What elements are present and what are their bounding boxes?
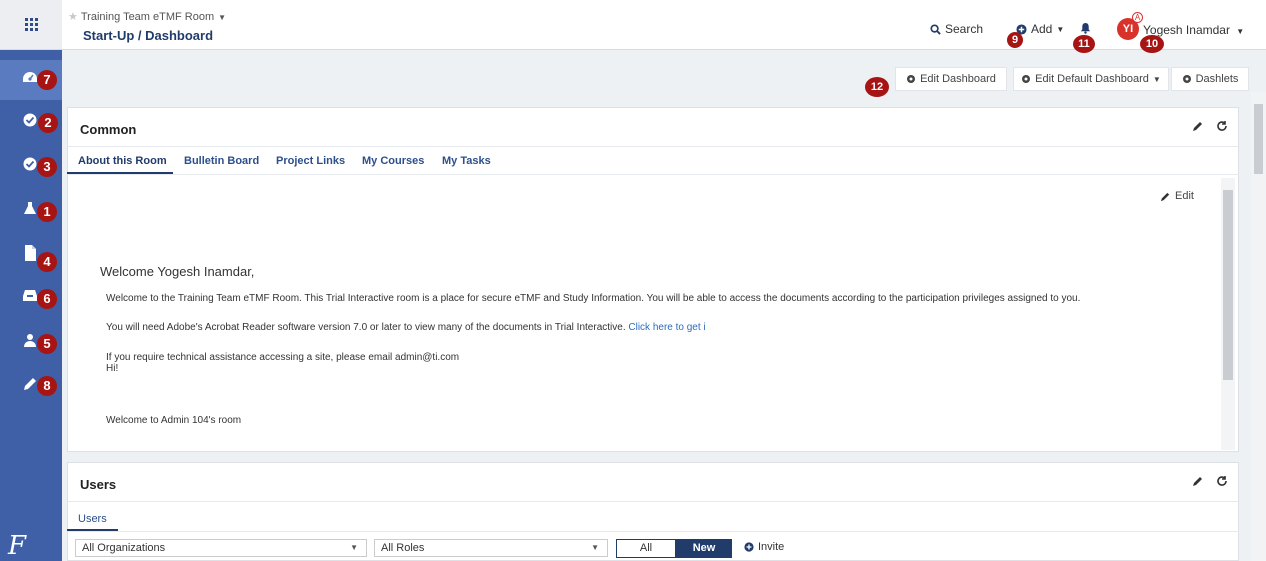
acrobat-paragraph: You will need Adobe's Acrobat Reader sof… [106, 322, 706, 333]
chevron-down-icon: ▼ [591, 543, 599, 552]
welcome-heading: Welcome Yogesh Inamdar, [100, 264, 255, 279]
edit-default-dashboard-button[interactable]: Edit Default Dashboard ▼ [1013, 67, 1169, 91]
users-icon [24, 334, 36, 347]
page-scrollbar[interactable] [1251, 92, 1266, 561]
invite-button[interactable]: Invite [744, 541, 784, 553]
callout-marker: 1 [37, 202, 57, 222]
organization-select-value: All Organizations [82, 542, 166, 554]
edit-default-dashboard-label: Edit Default Dashboard [1035, 73, 1149, 85]
gear-icon [1022, 75, 1031, 83]
dashlets-label: Dashlets [1195, 73, 1239, 85]
divider [67, 174, 1239, 175]
callout-marker: 2 [38, 113, 58, 133]
callout-marker: 12 [865, 77, 889, 97]
brand-logo: F [8, 531, 27, 561]
divider [68, 501, 1238, 502]
dashboard-icon [23, 72, 37, 82]
room-selector[interactable]: ★ Training Team eTMF Room ▼ [68, 10, 226, 23]
callout-marker: 5 [37, 334, 57, 354]
refresh-icon[interactable] [1216, 120, 1228, 132]
callout-marker: 10 [1140, 35, 1164, 53]
invite-label: Invite [758, 541, 785, 553]
bell-icon [1080, 22, 1091, 34]
search-icon [930, 23, 941, 35]
filter-all-button[interactable]: All [616, 539, 676, 558]
globe-check-icon [23, 113, 37, 127]
document-icon [25, 245, 36, 261]
support-paragraph: If you require technical assistance acce… [106, 352, 460, 363]
search-label: Search [945, 22, 984, 36]
role-select[interactable]: All Roles ▼ [374, 539, 608, 557]
pencil-icon [1160, 192, 1170, 201]
callout-marker: 3 [37, 157, 57, 177]
tab-my-courses[interactable]: My Courses [362, 155, 424, 167]
edit-dashboard-label: Edit Dashboard [920, 73, 996, 85]
tab-users[interactable]: Users [78, 513, 107, 525]
flask-icon [24, 202, 36, 214]
refresh-icon[interactable] [1216, 475, 1228, 487]
dashlets-button[interactable]: Dashlets [1171, 67, 1249, 91]
plus-circle-icon [744, 542, 754, 552]
scrollbar-thumb[interactable] [1223, 190, 1233, 380]
chevron-down-icon: ▼ [350, 543, 358, 552]
gear-icon [907, 75, 916, 83]
panel-tools [1192, 475, 1228, 487]
chevron-down-icon: ▼ [218, 13, 227, 22]
gear-icon [1182, 75, 1191, 83]
add-button[interactable]: Add ▼ [1016, 22, 1064, 36]
panel-title: Common [80, 122, 137, 137]
admin-welcome-text: Welcome to Admin 104's room [106, 415, 242, 426]
user-menu[interactable]: Yogesh Inamdar ▼ [1143, 23, 1244, 37]
app-launcher-button[interactable] [0, 0, 62, 50]
edit-label: Edit [1175, 190, 1194, 202]
chevron-down-icon: ▼ [1056, 24, 1065, 34]
tab-project-links[interactable]: Project Links [276, 155, 345, 167]
tab-bulletin-board[interactable]: Bulletin Board [184, 155, 259, 167]
notifications-button[interactable] [1080, 22, 1091, 34]
welcome-paragraph: Welcome to the Training Team eTMF Room. … [106, 293, 1081, 304]
add-label: Add [1031, 22, 1053, 36]
greeting-text: Hi! [106, 363, 119, 374]
search-button[interactable]: Search [930, 22, 983, 36]
divider [67, 531, 1239, 532]
edit-dashboard-button[interactable]: Edit Dashboard [895, 67, 1007, 91]
callout-marker: 11 [1073, 35, 1095, 53]
organization-select[interactable]: All Organizations ▼ [75, 539, 367, 557]
tab-about-this-room[interactable]: About this Room [78, 155, 167, 167]
grid-icon [24, 18, 38, 31]
pencil-icon [24, 378, 36, 390]
check-circle-icon [23, 157, 37, 171]
content-scrollbar[interactable] [1221, 178, 1235, 450]
role-select-value: All Roles [381, 542, 425, 554]
scrollbar-thumb[interactable] [1254, 104, 1263, 174]
room-title: Training Team eTMF Room [80, 11, 215, 23]
pencil-icon[interactable] [1192, 475, 1204, 487]
callout-marker: 7 [37, 70, 57, 90]
avatar-badge: A [1132, 12, 1143, 23]
breadcrumb: Start-Up / Dashboard [83, 28, 214, 43]
active-tab-indicator [67, 172, 173, 174]
pencil-icon[interactable] [1192, 120, 1204, 132]
callout-marker: 6 [37, 289, 57, 309]
chevron-down-icon: ▼ [1236, 27, 1245, 36]
edit-content-button[interactable]: Edit [1160, 190, 1194, 202]
acrobat-link[interactable]: Click here to get i [628, 322, 705, 333]
filter-new-button[interactable]: New [676, 539, 732, 558]
tab-my-tasks[interactable]: My Tasks [442, 155, 491, 167]
callout-marker: 9 [1007, 32, 1023, 48]
callout-marker: 8 [37, 376, 57, 396]
inbox-icon [23, 290, 37, 301]
panel-tools [1192, 120, 1228, 132]
divider [68, 146, 1238, 147]
star-icon[interactable]: ★ [68, 11, 78, 23]
chevron-down-icon: ▼ [1152, 74, 1161, 84]
callout-marker: 4 [37, 252, 57, 272]
acrobat-text: You will need Adobe's Acrobat Reader sof… [106, 322, 629, 333]
panel-title: Users [80, 477, 117, 492]
